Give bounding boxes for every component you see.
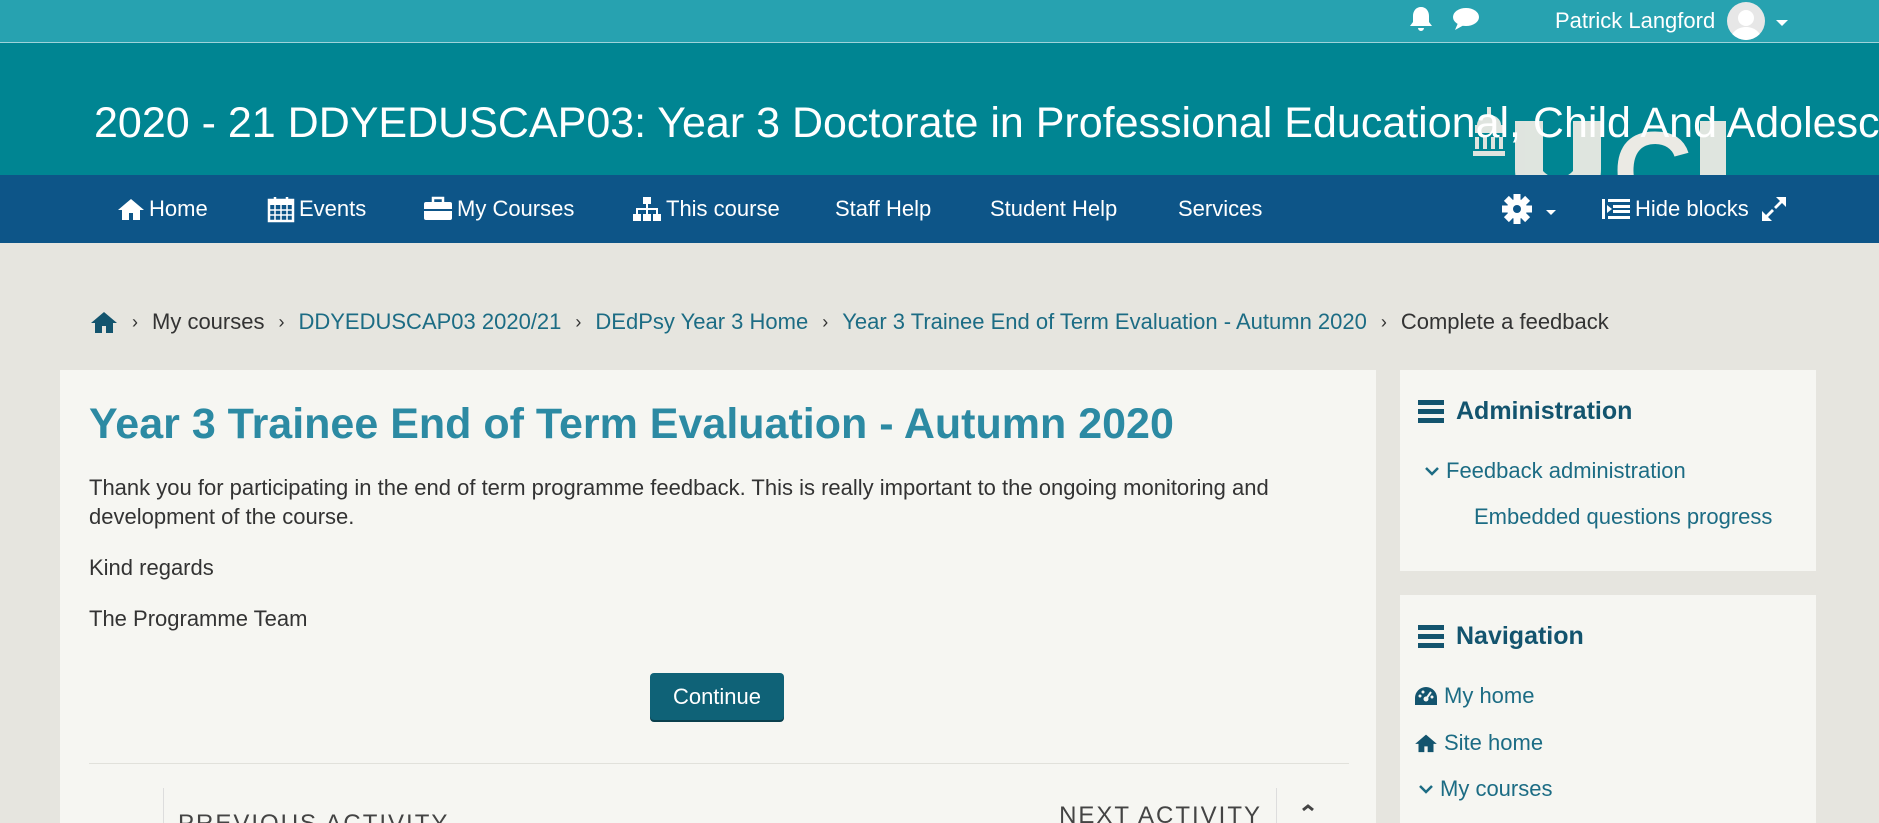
- breadcrumb-my-courses[interactable]: My courses: [152, 309, 264, 335]
- nav-student-help[interactable]: Student Help: [990, 175, 1117, 243]
- chevron-down-icon: [1425, 467, 1439, 476]
- feedback-administration-label: Feedback administration: [1446, 458, 1686, 483]
- chevron-right-icon: ›: [575, 311, 582, 332]
- nav-block-my-courses[interactable]: My courses: [1418, 776, 1552, 802]
- expand-icon: [1762, 197, 1786, 221]
- nav-services[interactable]: Services: [1178, 175, 1262, 243]
- navigation-title-label: Navigation: [1456, 621, 1584, 650]
- nav-home-label: Home: [149, 196, 208, 221]
- site-home-label: Site home: [1444, 730, 1544, 755]
- breadcrumb-course[interactable]: DDYEDUSCAP03 2020/21: [298, 309, 561, 335]
- feedback-administration-item[interactable]: Feedback administration: [1424, 458, 1686, 484]
- intro-signature: The Programme Team: [89, 606, 308, 631]
- hide-blocks-label: Hide blocks: [1635, 196, 1749, 221]
- nav-staff-help[interactable]: Staff Help: [835, 175, 931, 243]
- calendar-icon: [267, 197, 295, 223]
- chevron-right-icon: ›: [278, 311, 285, 332]
- nav-block-my-home[interactable]: My home: [1414, 683, 1534, 709]
- nav-services-label: Services: [1178, 196, 1263, 221]
- administration-title-label: Administration: [1456, 396, 1633, 425]
- hamburger-icon: [1418, 400, 1444, 423]
- top-bar: Patrick Langford: [0, 0, 1879, 43]
- navigation-block-title[interactable]: Navigation: [1418, 619, 1584, 653]
- breadcrumb: › My courses › DDYEDUSCAP03 2020/21 › DE…: [90, 305, 1609, 339]
- previous-activity-link[interactable]: PREVIOUS ACTIVITY: [178, 810, 449, 823]
- embedded-questions-progress-link[interactable]: Embedded questions progress: [1474, 504, 1772, 530]
- nav-events[interactable]: Events: [267, 175, 366, 243]
- intro-paragraph: Thank you for participating in the end o…: [89, 475, 1269, 529]
- my-home-label: My home: [1444, 683, 1535, 708]
- sitemap-icon: [633, 197, 661, 221]
- avatar: [1727, 2, 1766, 40]
- nav-student-help-label: Student Help: [990, 196, 1118, 221]
- divider: [89, 763, 1349, 764]
- nav-block-site-home[interactable]: Site home: [1414, 730, 1543, 756]
- chevron-right-icon: ›: [1380, 311, 1387, 332]
- hide-blocks-button[interactable]: Hide blocks: [1601, 175, 1749, 243]
- main-navbar: Home Events My Courses This course Staff…: [0, 175, 1879, 243]
- nav-events-label: Events: [299, 196, 367, 221]
- hamburger-icon: [1418, 625, 1444, 648]
- chat-icon[interactable]: [1452, 4, 1480, 34]
- administration-block-title[interactable]: Administration: [1418, 394, 1632, 428]
- course-title: 2020 - 21 DDYEDUSCAP03: Year 3 Doctorate…: [94, 99, 1879, 147]
- nav-this-course-label: This course: [666, 196, 780, 221]
- gear-icon: [1502, 194, 1532, 224]
- nav-my-courses-label: My Courses: [457, 196, 575, 221]
- nav-staff-help-label: Staff Help: [835, 196, 932, 221]
- administration-block: Administration Feedback administration E…: [1400, 370, 1816, 571]
- settings-menu[interactable]: [1500, 175, 1562, 243]
- dashboard-icon: [1415, 687, 1437, 705]
- intro-text: Thank you for participating in the end o…: [89, 473, 1369, 655]
- my-courses-label: My courses: [1440, 776, 1553, 801]
- chevron-right-icon: ›: [132, 311, 138, 332]
- embedded-questions-progress-label: Embedded questions progress: [1474, 504, 1773, 529]
- continue-button[interactable]: Continue: [650, 673, 784, 720]
- user-name: Patrick Langford: [1555, 8, 1716, 33]
- hide-blocks-icon: [1602, 199, 1630, 219]
- home-icon: [118, 199, 144, 220]
- course-banner: C 2020 - 21 DDYEDUSCAP03: Year 3 Doctora…: [0, 43, 1879, 175]
- breadcrumb-current: Complete a feedback: [1400, 309, 1609, 334]
- chevron-down-icon: [1419, 785, 1433, 794]
- chevron-right-icon[interactable]: [1300, 802, 1316, 822]
- nav-my-courses[interactable]: My Courses: [423, 175, 574, 243]
- nav-home[interactable]: Home: [117, 175, 208, 243]
- navigation-block: Navigation My home Site home My courses: [1400, 595, 1816, 823]
- breadcrumb-activity[interactable]: Year 3 Trainee End of Term Evaluation - …: [842, 309, 1367, 335]
- home-icon[interactable]: [90, 310, 118, 334]
- bell-icon[interactable]: [1408, 4, 1434, 34]
- user-menu[interactable]: Patrick Langford: [1555, 0, 1789, 42]
- main-content: Year 3 Trainee End of Term Evaluation - …: [60, 370, 1376, 823]
- next-activity-link[interactable]: NEXT ACTIVITY: [1059, 802, 1262, 823]
- caret-down-icon: [1546, 210, 1556, 215]
- nav-this-course[interactable]: This course: [632, 175, 780, 243]
- breadcrumb-section[interactable]: DEdPsy Year 3 Home: [595, 309, 808, 335]
- page-title: Year 3 Trainee End of Term Evaluation - …: [89, 400, 1174, 448]
- activity-navigation: PREVIOUS ACTIVITY NEXT ACTIVITY: [163, 788, 1277, 823]
- fullscreen-button[interactable]: [1760, 175, 1792, 243]
- home-icon: [1415, 734, 1437, 753]
- chevron-right-icon: ›: [822, 311, 829, 332]
- briefcase-icon: [424, 196, 452, 220]
- intro-regards: Kind regards: [89, 555, 214, 580]
- caret-down-icon[interactable]: [1775, 8, 1789, 34]
